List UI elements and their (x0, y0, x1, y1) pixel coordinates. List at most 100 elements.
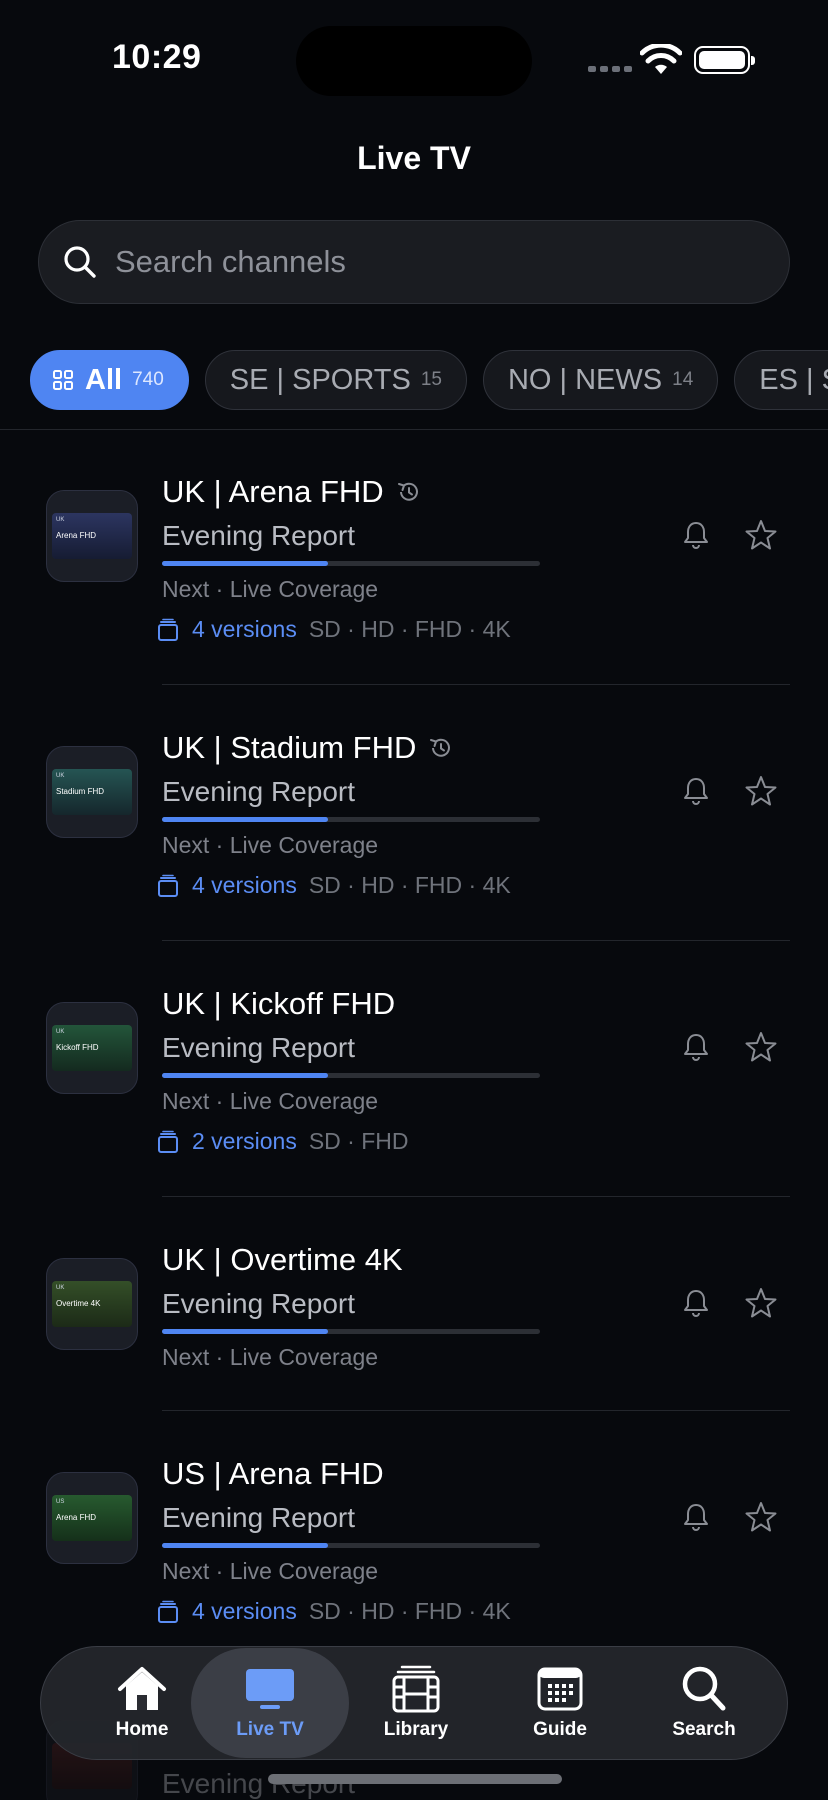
quality-list: SD · HD · FHD · 4K (308, 616, 511, 642)
next-program: Next · Live Coverage (162, 1344, 379, 1370)
search-bar[interactable] (38, 220, 790, 304)
row-separator (162, 684, 790, 685)
channel-logo-name: Arena FHD (56, 1513, 97, 1522)
current-program: Evening Report (162, 1288, 356, 1319)
tv-icon (246, 1669, 294, 1709)
channel-name-text: UK | Kickoff FHD (162, 986, 396, 1021)
divider (0, 429, 828, 430)
live-tv-screen: 10:29 Live TV All 740 SE | SPORTS (0, 0, 828, 1800)
stack-icon (158, 1600, 178, 1623)
tab-label: Guide (533, 1719, 587, 1740)
current-program: Evening Report (162, 1768, 356, 1799)
search-icon (64, 246, 96, 278)
versions-indicator[interactable]: 4 versions SD · HD · FHD · 4K (156, 1598, 511, 1625)
filter-chip-count: 740 (132, 369, 164, 390)
channel-logo-name: Stadium FHD (56, 787, 105, 796)
bell-icon[interactable] (680, 1287, 712, 1319)
quality-list: SD · HD · FHD · 4K (308, 1598, 511, 1624)
program-progress (162, 1329, 540, 1334)
tab-guide[interactable]: Guide (485, 1647, 635, 1759)
channel-logo-name: Overtime 4K (56, 1299, 101, 1308)
quality-list: SD · FHD (308, 1128, 409, 1154)
channel-logo-country: UK (56, 773, 65, 779)
tab-library[interactable]: Library (341, 1647, 491, 1759)
stack-icon (158, 1130, 178, 1153)
versions-indicator[interactable]: 4 versions SD · HD · FHD · 4K (156, 616, 511, 643)
next-program: Next · Live Coverage (162, 832, 379, 858)
cellular-signal-icon (588, 66, 632, 72)
filter-chip-count: 15 (420, 369, 442, 390)
row-separator (162, 940, 790, 941)
tab-live-tv[interactable]: Live TV (191, 1648, 349, 1758)
bell-icon[interactable] (680, 519, 712, 551)
status-time: 10:29 (112, 38, 202, 76)
next-program: Next · Live Coverage (162, 576, 379, 602)
home-indicator (268, 1774, 562, 1784)
versions-label: 4 versions (192, 872, 297, 898)
channel-name-text: UK | Overtime 4K (162, 1242, 403, 1277)
category-filter-bar: All 740 SE | SPORTS 15 NO | NEWS 14 ES |… (30, 350, 828, 410)
versions-indicator[interactable]: 2 versions SD · FHD (156, 1128, 409, 1155)
quality-list: SD · HD · FHD · 4K (308, 872, 511, 898)
program-progress (162, 561, 540, 566)
filter-chip-es-sports[interactable]: ES | SPO (734, 350, 828, 410)
program-progress (162, 1073, 540, 1078)
magnifier-icon (682, 1666, 726, 1711)
bell-icon[interactable] (680, 1501, 712, 1533)
versions-indicator[interactable]: 4 versions SD · HD · FHD · 4K (156, 872, 511, 899)
next-program: Next · Live Coverage (162, 1558, 379, 1584)
channel-name: UK | Kickoff FHD (162, 986, 395, 1022)
tab-label: Live TV (236, 1719, 304, 1740)
channel-logo-country: UK (56, 517, 65, 523)
channel-logo: UK Overtime 4K (46, 1258, 138, 1350)
stack-icon (158, 874, 178, 897)
next-program: Next · Live Coverage (162, 1088, 379, 1114)
channel-logo-country: US (56, 1499, 65, 1505)
house-icon (118, 1667, 166, 1710)
current-program: Evening Report (162, 1502, 356, 1533)
search-input[interactable] (115, 244, 715, 280)
battery-icon (694, 46, 755, 74)
tab-bar: Home Live TV Library Guide Search (40, 1646, 788, 1760)
wifi-icon (640, 44, 682, 74)
channel-logo: US Arena FHD (46, 1472, 138, 1564)
channel-logo-country: UK (56, 1285, 65, 1291)
program-progress (162, 1543, 540, 1548)
channel-name: UK | Arena FHD (162, 474, 422, 510)
bell-icon[interactable] (680, 775, 712, 807)
film-icon (392, 1665, 440, 1713)
channel-logo-name: Arena FHD (56, 531, 97, 540)
filter-chip-label: All (85, 363, 123, 396)
channel-logo-country: UK (56, 1029, 65, 1035)
row-separator (162, 1410, 790, 1411)
filter-chip-count: 14 (672, 369, 694, 390)
star-icon[interactable] (744, 518, 778, 552)
channel-logo: UK Stadium FHD (46, 746, 138, 838)
channel-logo: UK Kickoff FHD (46, 1002, 138, 1094)
stack-icon (158, 618, 178, 641)
history-icon (430, 738, 451, 757)
grid-icon (53, 370, 73, 390)
filter-chip-all[interactable]: All 740 (30, 350, 189, 410)
star-icon[interactable] (744, 1500, 778, 1534)
channel-logo: UK Arena FHD (46, 490, 138, 582)
filter-chip-label: ES | SPO (759, 363, 828, 396)
row-separator (162, 1196, 790, 1197)
filter-chip-label: NO | NEWS (507, 363, 663, 396)
tab-search[interactable]: Search (629, 1647, 779, 1759)
dynamic-island (296, 26, 532, 96)
channel-name: US | Arena FHD (162, 1456, 384, 1492)
channel-name: UK | Stadium FHD (162, 730, 454, 766)
versions-label: 4 versions (192, 616, 297, 642)
star-icon[interactable] (744, 774, 778, 808)
filter-chip-se-sports[interactable]: SE | SPORTS 15 (204, 350, 467, 410)
page-title: Live TV (357, 140, 471, 176)
tab-label: Search (672, 1719, 736, 1740)
star-icon[interactable] (744, 1286, 778, 1320)
bell-icon[interactable] (680, 1031, 712, 1063)
versions-label: 2 versions (192, 1128, 297, 1154)
filter-chip-no-news[interactable]: NO | NEWS 14 (482, 350, 719, 410)
star-icon[interactable] (744, 1030, 778, 1064)
current-program: Evening Report (162, 520, 356, 551)
history-icon (397, 482, 418, 501)
